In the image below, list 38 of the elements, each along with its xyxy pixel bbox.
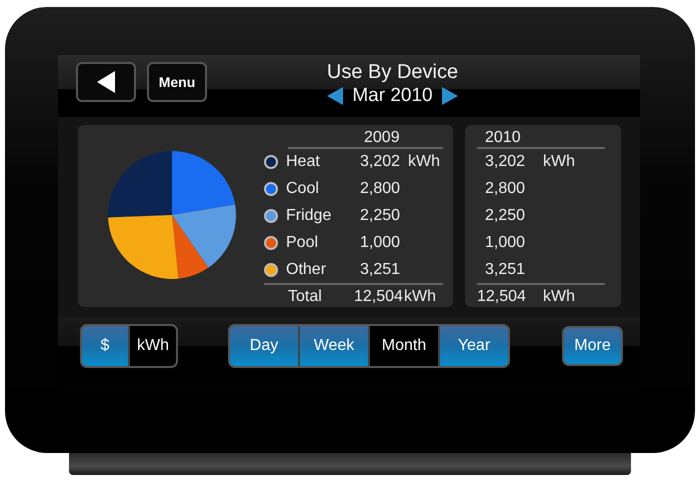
device-name: Other xyxy=(286,260,328,279)
menu-button[interactable]: Menu xyxy=(147,62,207,102)
usage-value: 2,250 xyxy=(484,206,526,225)
unit-toggle[interactable]: kWh xyxy=(130,326,176,366)
period-tab[interactable]: Week xyxy=(300,326,368,366)
unit-label: kWh xyxy=(408,153,440,172)
usage-value: 2,800 xyxy=(360,180,402,198)
screen-title: Use By Device xyxy=(326,61,458,83)
unit-label: kWh xyxy=(543,153,575,172)
unit-label: kWh xyxy=(404,288,436,306)
usage-value: 3,202 xyxy=(360,153,402,172)
period-tab[interactable]: Year xyxy=(440,326,508,366)
column-header: 2009 xyxy=(363,129,400,147)
total-label: Total xyxy=(288,288,323,306)
usage-value: 1,000 xyxy=(360,234,402,252)
device-name: Fridge xyxy=(286,206,332,225)
back-button[interactable] xyxy=(76,62,136,102)
usage-value: 3,202 xyxy=(484,153,526,172)
usage-value: 3,251 xyxy=(484,260,526,279)
back-arrow-icon xyxy=(95,70,117,94)
period-tab[interactable]: Day xyxy=(230,326,298,366)
device-name: Cool xyxy=(286,180,320,198)
column-header: 2010 xyxy=(484,129,521,147)
usage-value: 3,251 xyxy=(360,260,402,279)
device-name: Heat xyxy=(286,153,321,172)
unit-label: kWh xyxy=(543,288,575,306)
usage-value: 1,000 xyxy=(484,234,526,252)
device-name: Pool xyxy=(286,234,320,252)
period-label: Mar 2010 xyxy=(352,85,433,107)
next-arrow-icon[interactable] xyxy=(440,86,459,106)
unit-toggle[interactable]: $ xyxy=(82,326,128,366)
usage-value: 2,250 xyxy=(360,206,402,225)
total-value: 12,504 xyxy=(354,288,400,306)
total-value: 12,504 xyxy=(477,288,527,306)
period-tab[interactable]: Month xyxy=(370,326,438,366)
more-button[interactable]: More xyxy=(562,326,623,366)
usage-value: 2,800 xyxy=(484,180,526,198)
previous-arrow-icon[interactable] xyxy=(326,86,344,106)
